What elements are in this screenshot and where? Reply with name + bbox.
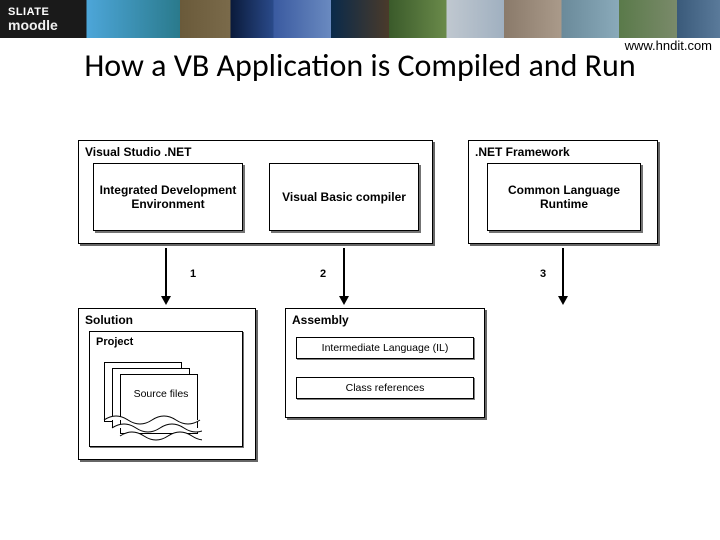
logo-line2: moodle: [8, 18, 58, 32]
wavy-icon: [102, 414, 202, 446]
vs-label: Visual Studio .NET: [79, 141, 432, 165]
slide-title: How a VB Application is Compiled and Run: [40, 48, 680, 85]
compiler-box: Visual Basic compiler: [269, 163, 419, 231]
dotnet-framework-box: .NET Framework Common Language Runtime: [468, 140, 658, 244]
project-label: Project: [90, 332, 242, 354]
arrow-1-head: [161, 296, 171, 305]
assembly-box: Assembly Intermediate Language (IL) Clas…: [285, 308, 485, 418]
site-url: www.hndit.com: [625, 38, 712, 53]
assembly-il-text: Intermediate Language (IL): [322, 342, 449, 354]
source-files-label: Source files: [128, 388, 194, 400]
compiler-text: Visual Basic compiler: [282, 190, 406, 204]
header-banner: SLIATE moodle: [0, 0, 720, 38]
logo: SLIATE moodle: [8, 7, 58, 32]
arrow-2-head: [339, 296, 349, 305]
clr-box: Common Language Runtime: [487, 163, 641, 231]
clr-text: Common Language Runtime: [492, 183, 636, 212]
assembly-refs-text: Class references: [346, 382, 425, 394]
project-box: Project Source files: [89, 331, 243, 447]
ide-text: Integrated Development Environment: [98, 183, 238, 212]
solution-box: Solution Project Source files: [78, 308, 256, 460]
solution-label: Solution: [79, 309, 255, 333]
fw-label: .NET Framework: [469, 141, 657, 165]
arrow-1-line: [165, 248, 167, 296]
step-2-label: 2: [320, 268, 326, 280]
arrow-3-line: [562, 248, 564, 296]
step-1-label: 1: [190, 268, 196, 280]
assembly-label: Assembly: [286, 309, 484, 333]
logo-line1: SLIATE: [8, 7, 58, 18]
arrow-2-line: [343, 248, 345, 296]
assembly-il-row: Intermediate Language (IL): [296, 337, 474, 359]
assembly-refs-row: Class references: [296, 377, 474, 399]
step-3-label: 3: [540, 268, 546, 280]
diagram-stage: Visual Studio .NET Integrated Developmen…: [0, 140, 720, 540]
ide-box: Integrated Development Environment: [93, 163, 243, 231]
arrow-3-head: [558, 296, 568, 305]
visual-studio-box: Visual Studio .NET Integrated Developmen…: [78, 140, 433, 244]
